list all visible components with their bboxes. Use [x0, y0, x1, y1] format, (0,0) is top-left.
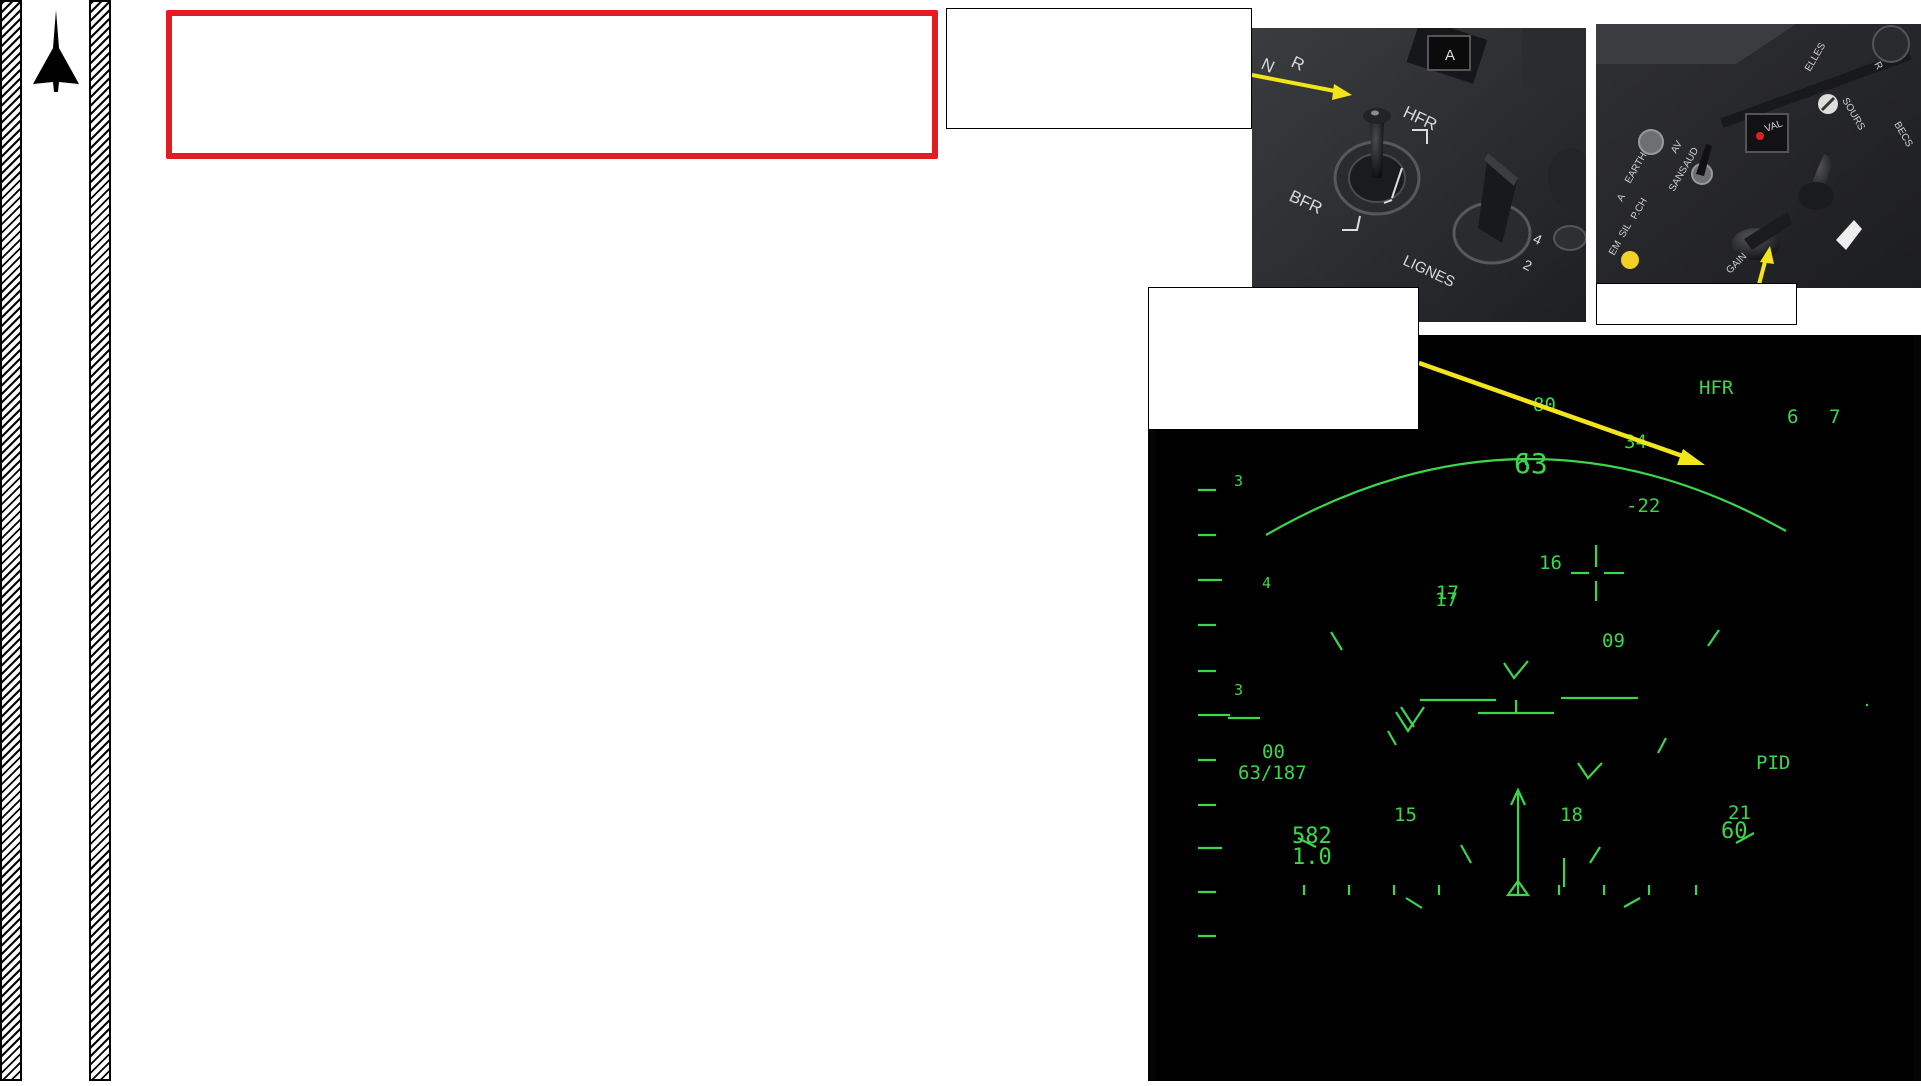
heading-tick-15: 15: [1394, 804, 1417, 826]
range-top: 00: [1262, 741, 1285, 763]
mode-label: PID: [1756, 752, 1790, 774]
gain-panel-photo: VAL ELLES SOURS R BECS AV AUD SANS EARTH…: [1596, 24, 1921, 288]
left-hatched-rail: [0, 0, 22, 1081]
heading-tick-18: 18: [1560, 804, 1583, 826]
hfr-callout-arrow: [1419, 360, 1705, 465]
ladder-mark-bottom: 3: [1234, 681, 1243, 699]
contact-3-label: 09: [1602, 630, 1625, 652]
panel-label-a: A: [1445, 47, 1455, 64]
caption-box-switch: [946, 8, 1252, 129]
mirage-jet-icon: [33, 10, 79, 92]
range-right: 60: [1721, 819, 1748, 844]
right-hatched-rail: [89, 0, 111, 1081]
contact-2b-label: 17: [1435, 589, 1458, 611]
range-scale: 63/187: [1238, 762, 1307, 784]
caption-box-hud: [1148, 287, 1419, 430]
scale-right-a: 6: [1787, 406, 1798, 428]
caption-box-gain: [1596, 283, 1797, 325]
ladder-mark-top: 3: [1234, 472, 1243, 490]
switch-panel-photo: A N R HFR BFR LIGNES 4 2: [1252, 28, 1586, 322]
contact-1-label: 16: [1539, 552, 1562, 574]
ladder-mark-mid: 4: [1262, 574, 1271, 592]
left-scale: [1198, 488, 1260, 938]
title-box: [166, 10, 938, 159]
gain-value: 1.0: [1292, 845, 1332, 870]
target-vertical-speed: -22: [1626, 495, 1660, 517]
scale-right-b: 7: [1829, 406, 1840, 428]
